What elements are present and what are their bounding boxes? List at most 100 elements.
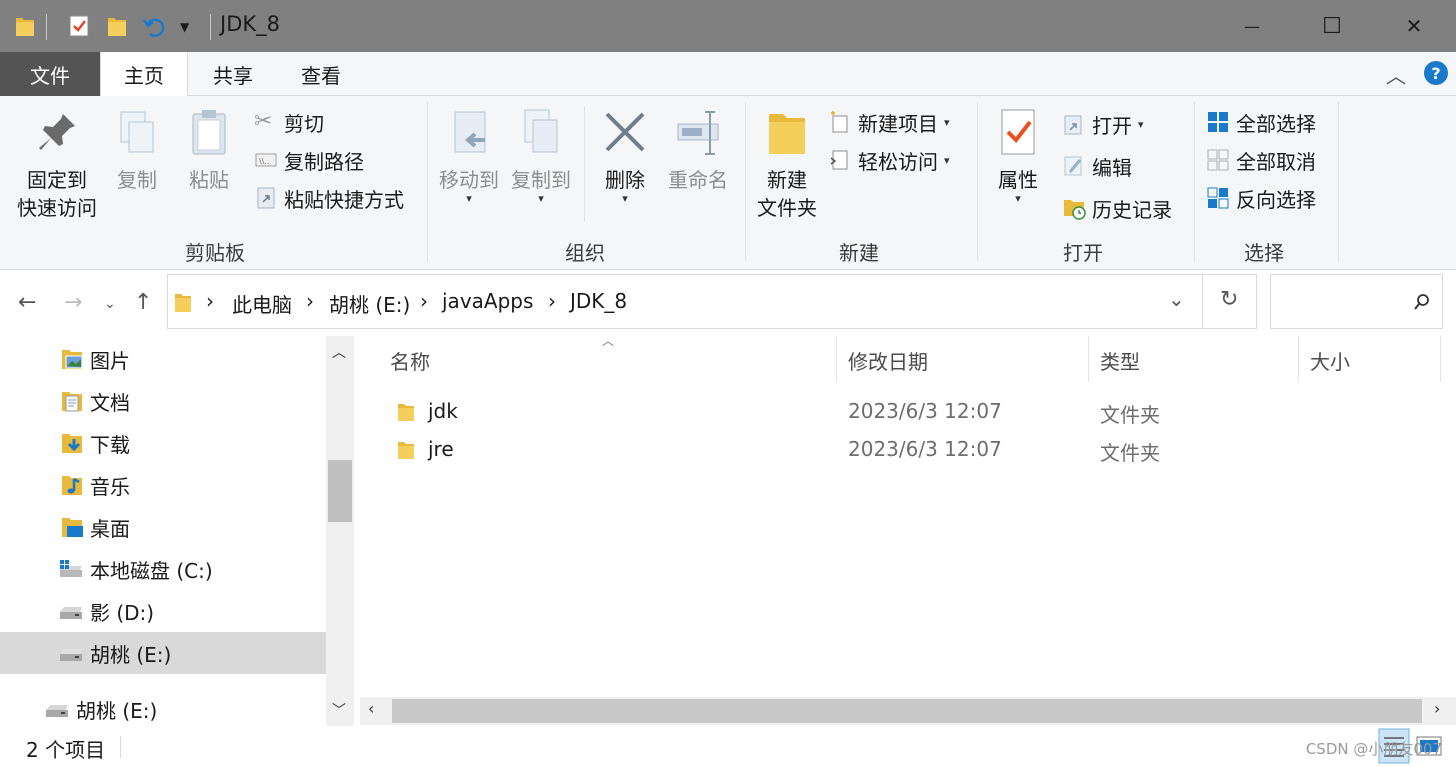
breadcrumb-drive-e[interactable]: 胡桃 (E:)	[329, 289, 410, 318]
properties-button[interactable]: 属性 ▾	[988, 106, 1048, 204]
breadcrumb-this-pc[interactable]: 此电脑	[232, 289, 292, 318]
customize-toolbar-dropdown-icon[interactable]: ▼	[180, 20, 189, 34]
organize-group-label: 组织	[565, 241, 605, 265]
file-type: 文件夹	[1100, 441, 1160, 465]
easy-access-button[interactable]: 轻松访问 ▾	[828, 144, 950, 176]
invert-selection-button[interactable]: 反向选择	[1206, 182, 1316, 214]
address-history-dropdown-icon[interactable]: ⌄	[1168, 287, 1185, 311]
new-item-button[interactable]: 新建项目 ▾	[828, 106, 950, 138]
file-list: ︿ 名称 修改日期 类型 大小 jdk 2023/6/3 12:07 文件夹 j…	[360, 334, 1456, 726]
forward-icon[interactable]: →	[64, 290, 82, 315]
nav-item-desktop[interactable]: 桌面	[0, 506, 326, 548]
nav-pane-scrollbar[interactable]: ︿ ﹀	[326, 336, 354, 726]
file-list-hscrollbar[interactable]: ‹ ›	[360, 697, 1456, 725]
breadcrumb-separator[interactable]: ›	[306, 289, 314, 313]
address-bar[interactable]: › 此电脑 › 胡桃 (E:) › javaApps › JDK_8 ⌄ ↻	[167, 274, 1257, 329]
select-none-button[interactable]: 全部取消	[1206, 144, 1316, 176]
column-header-modified[interactable]: 修改日期	[848, 346, 928, 375]
music-folder-icon	[62, 476, 82, 495]
tab-share[interactable]: 共享	[192, 52, 274, 96]
maximize-button[interactable]: ☐	[1292, 0, 1372, 52]
scrollbar-thumb[interactable]	[328, 460, 352, 522]
paste-shortcut-button[interactable]: 粘贴快捷方式	[254, 182, 404, 214]
back-icon[interactable]: ←	[18, 290, 36, 315]
drive-icon	[60, 649, 82, 661]
pin-icon	[39, 114, 75, 150]
nav-item-documents[interactable]: 文档	[0, 380, 326, 422]
close-button[interactable]: ✕	[1374, 0, 1454, 52]
file-row-jre[interactable]: jre 2023/6/3 12:07 文件夹	[390, 432, 1440, 468]
breadcrumb-separator[interactable]: ›	[420, 289, 428, 313]
window-title: JDK_8	[220, 12, 280, 36]
minimize-button[interactable]: —	[1212, 0, 1292, 52]
tab-home[interactable]: 主页	[100, 52, 188, 97]
new-folder-button[interactable]: 新建 文件夹	[752, 106, 822, 222]
breadcrumb-jdk8[interactable]: JDK_8	[570, 289, 627, 313]
refresh-icon[interactable]: ↻	[1220, 287, 1238, 312]
nav-item-music[interactable]: 音乐	[0, 464, 326, 506]
edit-button[interactable]: 编辑	[1062, 150, 1132, 182]
sort-ascending-icon: ︿	[602, 334, 615, 348]
folder-icon	[175, 294, 191, 312]
paste-button[interactable]: 粘贴	[178, 106, 240, 194]
delete-icon	[605, 112, 645, 152]
file-modified: 2023/6/3 12:07	[848, 437, 1002, 461]
scroll-left-icon[interactable]: ‹	[368, 699, 374, 718]
system-drive-icon	[60, 560, 82, 577]
documents-folder-icon	[62, 392, 82, 412]
close-icon: ✕	[1405, 14, 1423, 38]
scroll-up-icon[interactable]: ︿	[332, 342, 346, 362]
navigation-pane: 图片 文档 下载 音乐 桌面 本地磁盘 (C:) 影 (D:) 胡桃 (E:) …	[0, 336, 326, 726]
new-folder-quick-icon[interactable]	[106, 14, 128, 38]
column-header-type[interactable]: 类型	[1100, 346, 1140, 375]
copy-path-button[interactable]: \\.. 复制路径	[254, 144, 364, 176]
history-button[interactable]: 历史记录	[1062, 192, 1172, 224]
undo-icon[interactable]	[142, 14, 168, 40]
select-all-button[interactable]: 全部选择	[1206, 106, 1316, 138]
scrollbar-thumb[interactable]	[392, 699, 1422, 723]
nav-item-downloads[interactable]: 下载	[0, 422, 326, 464]
move-to-button[interactable]: 移动到 ▾	[434, 106, 504, 204]
rename-button[interactable]: 重命名	[662, 106, 734, 194]
help-icon[interactable]: ?	[1423, 60, 1449, 86]
up-icon[interactable]: ↑	[134, 290, 152, 315]
properties-quick-icon[interactable]	[68, 14, 90, 38]
file-type: 文件夹	[1100, 403, 1160, 427]
file-row-jdk[interactable]: jdk 2023/6/3 12:07 文件夹	[390, 394, 1440, 430]
folder-icon	[16, 18, 34, 36]
copy-button[interactable]: 复制	[108, 106, 166, 194]
search-box[interactable]	[1270, 274, 1443, 329]
history-icon	[1064, 200, 1086, 220]
drive-icon	[60, 607, 82, 619]
breadcrumb-javaapps[interactable]: javaApps	[442, 289, 533, 313]
delete-button[interactable]: 删除 ▾	[596, 106, 654, 204]
nav-item-drive-c[interactable]: 本地磁盘 (C:)	[0, 548, 326, 590]
column-header-size[interactable]: 大小	[1310, 346, 1350, 375]
scroll-right-icon[interactable]: ›	[1434, 699, 1440, 718]
tab-view[interactable]: 查看	[280, 52, 362, 96]
folder-icon	[398, 404, 414, 421]
column-header-name[interactable]: 名称	[390, 346, 430, 375]
open-icon	[1064, 115, 1082, 135]
desktop-folder-icon	[62, 518, 83, 537]
copy-to-button[interactable]: 复制到 ▾	[506, 106, 576, 204]
nav-item-drive-e-2[interactable]: 胡桃 (E:)	[0, 688, 326, 730]
search-input[interactable]	[1279, 287, 1399, 317]
pin-to-quick-access-button[interactable]: 固定到 快速访问	[10, 106, 104, 222]
scroll-down-icon[interactable]: ﹀	[332, 700, 346, 720]
clipboard-group-label: 剪贴板	[185, 241, 245, 265]
nav-item-drive-d[interactable]: 影 (D:)	[0, 590, 326, 632]
recent-locations-icon[interactable]: ⌄	[104, 296, 116, 312]
nav-item-pictures[interactable]: 图片	[0, 338, 326, 380]
maximize-icon: ☐	[1322, 13, 1342, 39]
new-group-label: 新建	[839, 241, 879, 265]
nav-item-drive-e[interactable]: 胡桃 (E:)	[0, 632, 326, 674]
breadcrumb-separator[interactable]: ›	[206, 289, 214, 313]
select-all-icon	[1208, 112, 1228, 132]
file-modified: 2023/6/3 12:07	[848, 399, 1002, 423]
collapse-ribbon-icon[interactable]: ︿	[1386, 60, 1406, 89]
cut-button[interactable]: ✂ 剪切	[254, 106, 324, 138]
open-button[interactable]: 打开 ▾	[1062, 108, 1144, 140]
tab-file[interactable]: 文件	[0, 52, 100, 96]
breadcrumb-separator[interactable]: ›	[548, 289, 556, 313]
